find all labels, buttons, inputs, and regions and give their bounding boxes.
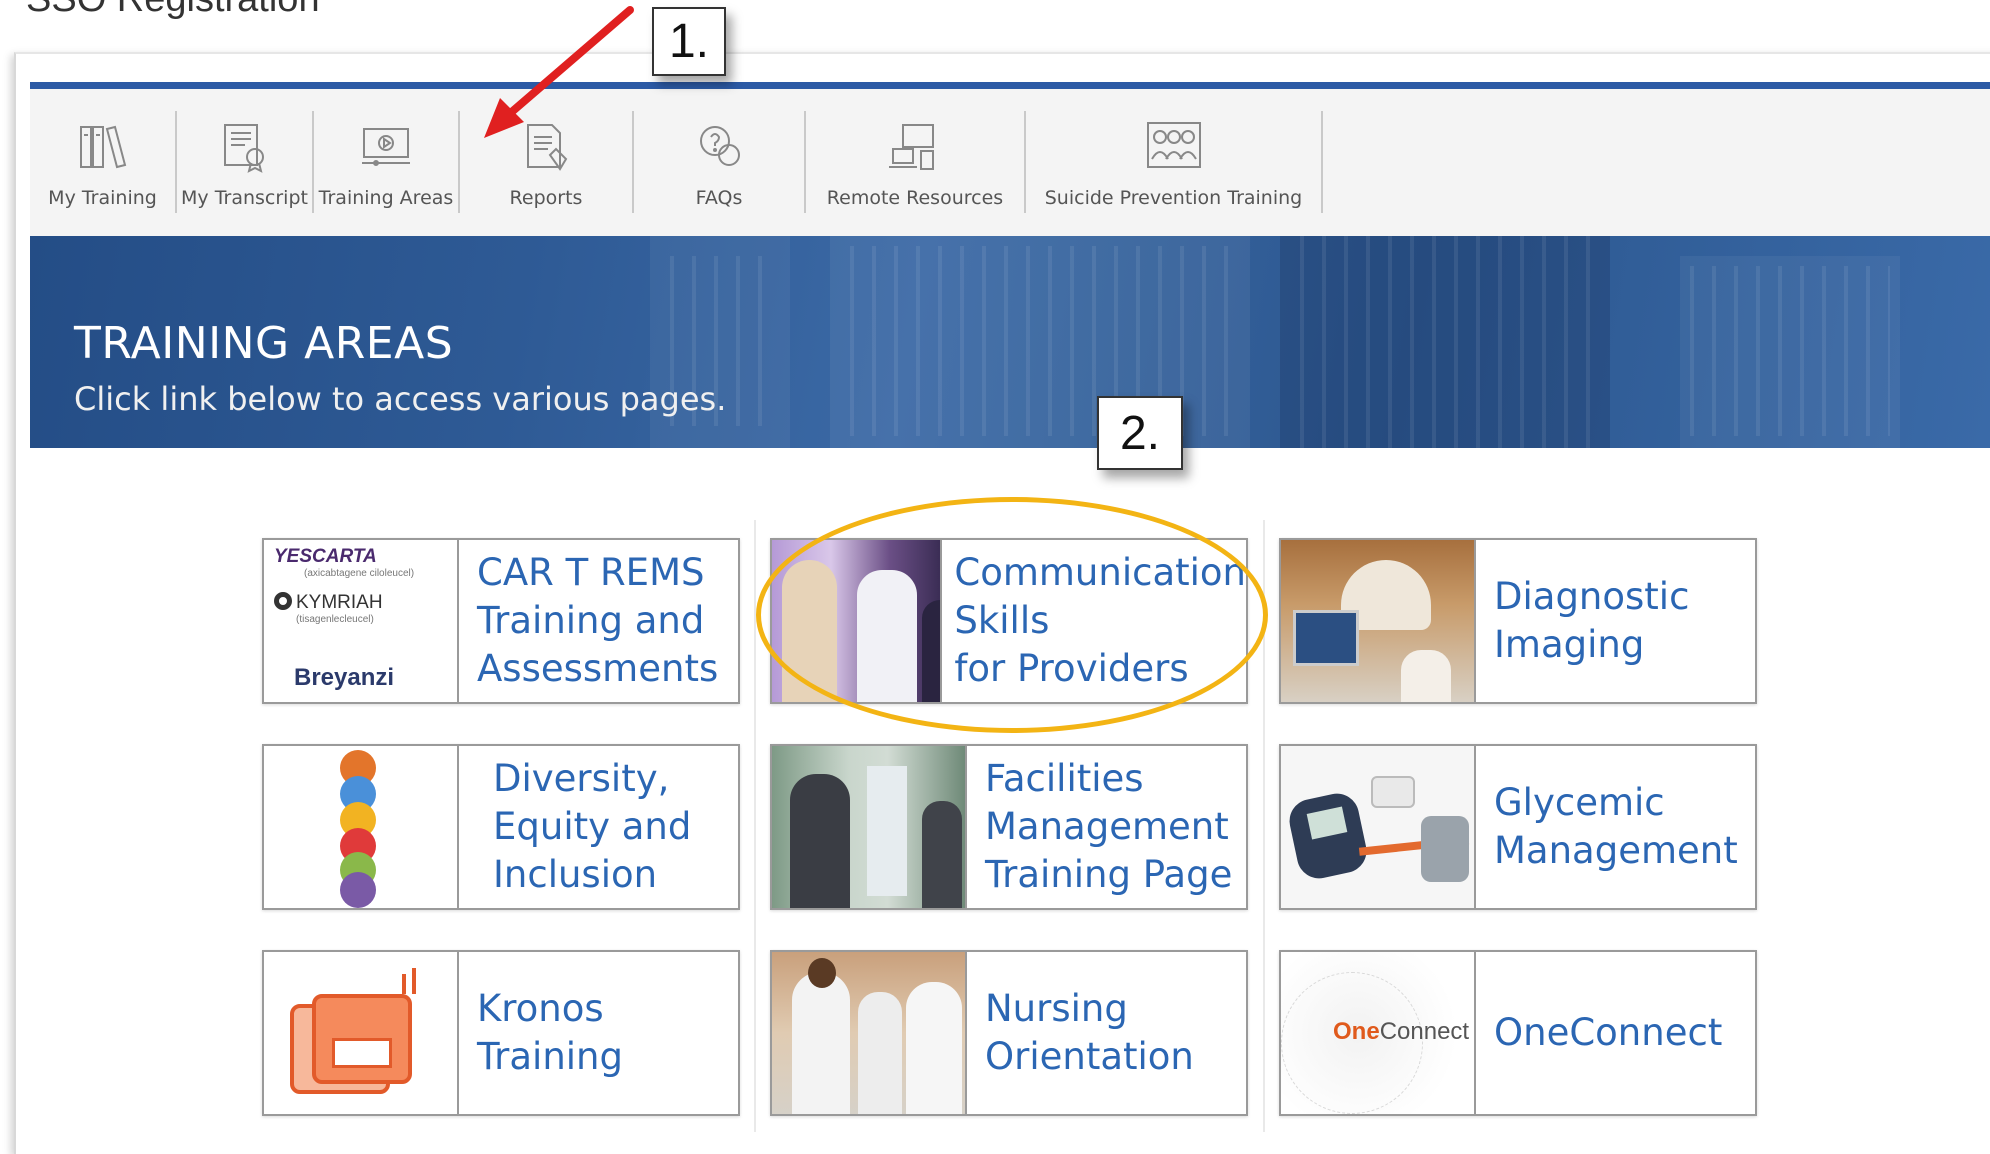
glucose-meter-thumbnail	[1281, 746, 1476, 908]
video-screen-icon	[362, 128, 410, 166]
red-arrow-icon	[484, 6, 634, 138]
step-2-callout: 2.	[1097, 396, 1183, 470]
books-icon	[79, 125, 126, 169]
question-bubble-icon	[700, 126, 740, 166]
tile-oneconnect[interactable]: OneConnect OneConnect	[1279, 950, 1757, 1116]
toolbar-item-faqs[interactable]: FAQs	[634, 89, 804, 236]
top-accent-bar	[30, 82, 1990, 89]
tile-facilities-management[interactable]: Facilities Management Training Page	[770, 744, 1248, 910]
page-banner: TRAINING AREAS Click link below to acces…	[30, 236, 1990, 448]
people-group-icon	[1146, 122, 1201, 168]
car-t-logos-thumbnail: YESCARTA (axicabtagene ciloleucel) KYMRI…	[264, 540, 459, 702]
step-1-callout: 1.	[652, 7, 726, 76]
toolbar-label: Remote Resources	[826, 187, 1004, 209]
imaging-photo-thumbnail	[1281, 540, 1476, 702]
grid-divider	[1263, 520, 1265, 1132]
grid-divider	[754, 520, 756, 1132]
kymriah-logo-text: KYMRIAH	[296, 592, 383, 613]
yescarta-logo-text: YESCARTA	[274, 546, 377, 567]
tile-label: Glycemic Management	[1494, 781, 1738, 872]
page-subtitle: Click link below to access various pages…	[74, 380, 727, 418]
toolbar-item-remote-resources[interactable]: Remote Resources	[806, 89, 1024, 236]
time-clock-icon	[264, 952, 459, 1114]
breyanzi-logo-text: Breyanzi	[294, 664, 395, 691]
page-title: TRAINING AREAS	[74, 318, 454, 369]
toolbar-item-my-transcript[interactable]: My Transcript	[177, 89, 312, 236]
tile-label: OneConnect	[1494, 1011, 1723, 1054]
communication-photo-thumbnail	[772, 540, 943, 702]
tile-diagnostic-imaging[interactable]: Diagnostic Imaging	[1279, 538, 1757, 704]
oneconnect-logo-thumbnail: OneConnect	[1281, 952, 1476, 1114]
tile-label: Communication Skills for Providers	[954, 551, 1246, 690]
tile-nursing-orientation[interactable]: Nursing Orientation	[770, 950, 1248, 1116]
tile-communication-skills[interactable]: Communication Skills for Providers	[770, 538, 1248, 704]
tile-label: Diversity, Equity and Inclusion	[493, 757, 692, 896]
toolbar-item-suicide-prevention-training[interactable]: Suicide Prevention Training	[1026, 89, 1321, 236]
toolbar-label: My Training	[48, 187, 157, 209]
yescarta-subtext: (axicabtagene ciloleucel)	[304, 568, 415, 579]
toolbar-label: My Transcript	[181, 187, 308, 209]
toolbar-label: FAQs	[695, 187, 743, 209]
toolbar-label: Suicide Prevention Training	[1044, 187, 1303, 209]
tile-glycemic-management[interactable]: Glycemic Management	[1279, 744, 1757, 910]
toolbar-divider	[1321, 111, 1323, 213]
remote-devices-icon	[889, 124, 934, 170]
tile-car-t-rems[interactable]: YESCARTA (axicabtagene ciloleucel) KYMRI…	[262, 538, 740, 704]
tile-label: Kronos Training	[477, 987, 623, 1078]
toolbar-item-my-training[interactable]: My Training	[30, 89, 175, 236]
tile-diversity-equity-inclusion[interactable]: Diversity, Equity and Inclusion	[262, 744, 740, 910]
document-title: SSO Registration	[26, 0, 320, 21]
kymriah-mark-icon	[274, 592, 292, 610]
diversity-dots-thumbnail	[264, 746, 459, 908]
tile-label: CAR T REMS Training and Assessments	[477, 551, 719, 690]
kymriah-subtext: (tisagenlecleucel)	[296, 614, 374, 625]
tile-kronos-training[interactable]: Kronos Training	[262, 950, 740, 1116]
tile-label: Nursing Orientation	[985, 987, 1194, 1078]
facilities-photo-thumbnail	[772, 746, 967, 908]
oneconnect-logo: OneConnect	[1333, 1018, 1470, 1045]
toolbar-label: Reports	[509, 187, 583, 209]
tile-label: Facilities Management Training Page	[985, 757, 1233, 896]
transcript-icon	[223, 124, 264, 173]
tile-label: Diagnostic Imaging	[1494, 575, 1690, 666]
nurses-photo-thumbnail	[772, 952, 967, 1114]
toolbar-label: Training Areas	[318, 187, 454, 209]
main-toolbar: My Training My Transcript Training Areas…	[30, 89, 1990, 236]
toolbar-item-training-areas[interactable]: Training Areas	[314, 89, 458, 236]
